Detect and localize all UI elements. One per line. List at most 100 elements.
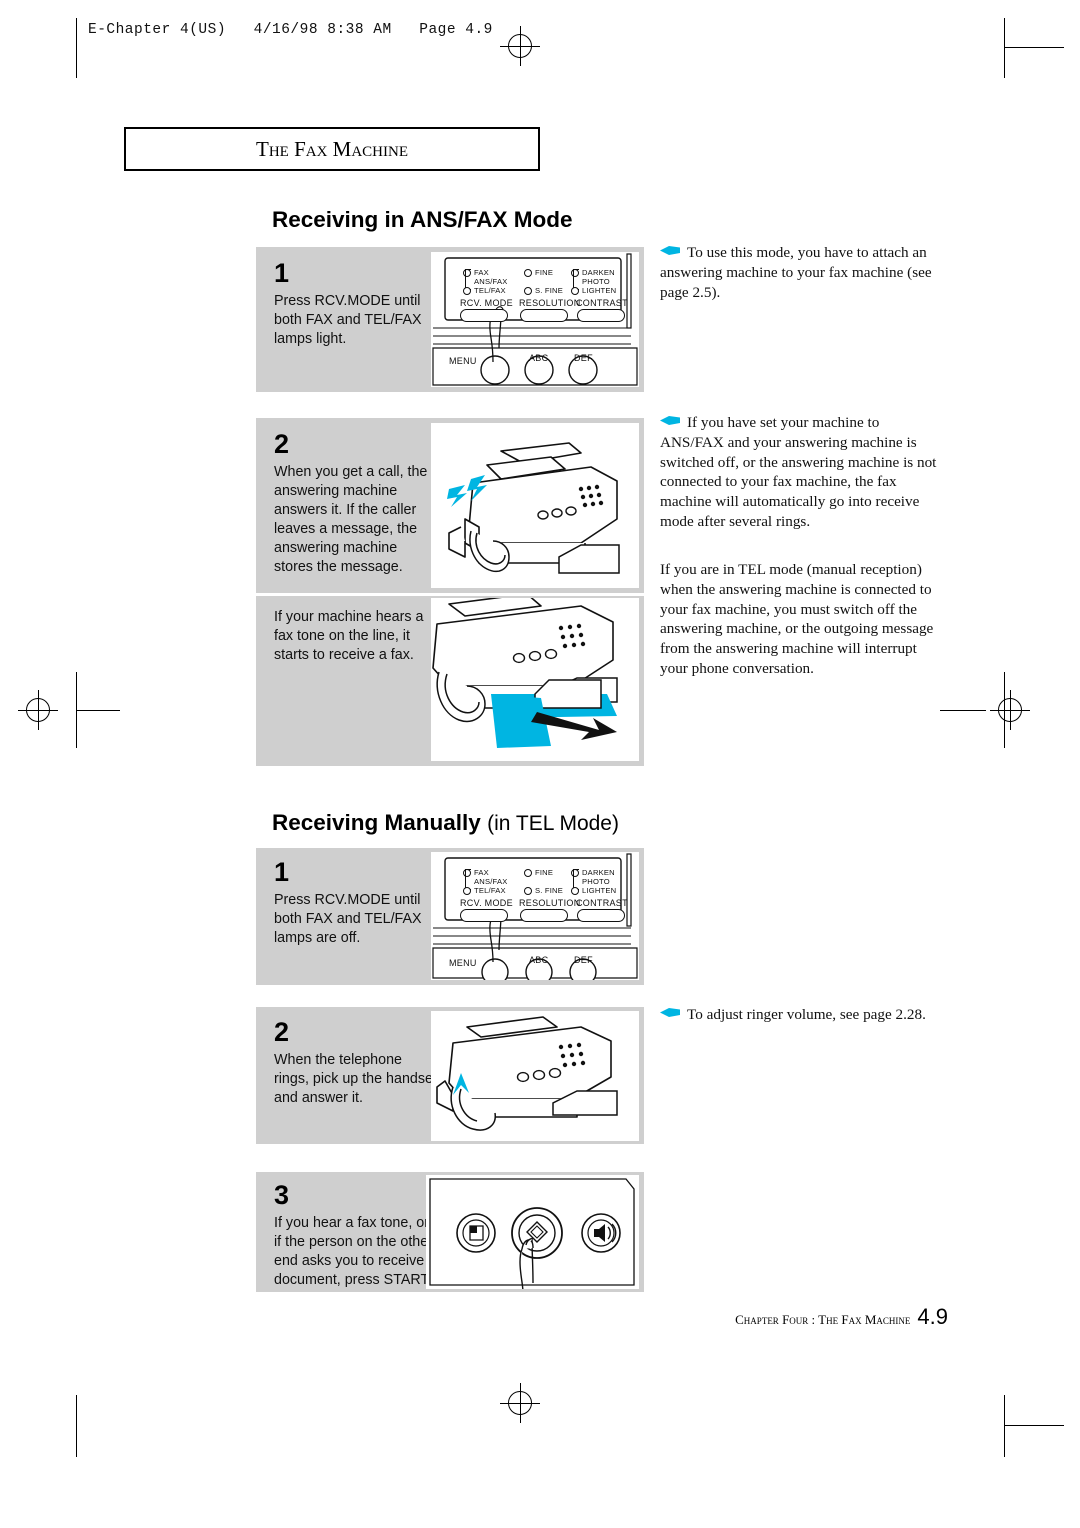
lamp-telfax-label: TEL/FAX: [474, 886, 506, 895]
step-instruction: If you hear a fax tone, or if the person…: [274, 1215, 437, 1288]
lamp-fine-led: [524, 869, 532, 877]
keypad-def-label: DEF: [574, 353, 593, 363]
note-text: If you have set your machine to ANS/FAX …: [660, 414, 937, 530]
button-resolution-label: RESOLUTION: [519, 898, 581, 908]
lamp-fax-label: FAX: [474, 268, 489, 277]
lamp-photo-label: PHOTO: [582, 877, 610, 886]
fax-machine-handset-drawing: [436, 1016, 618, 1131]
keypad-abc-label: ABC: [529, 353, 549, 363]
step-text-block: 3 If you hear a fax tone, or if the pers…: [274, 1182, 440, 1290]
step-instruction: Press RCV.MODE until both FAX and TEL/FA…: [274, 892, 422, 946]
crop-mark-left-top: [76, 18, 77, 78]
lamp-photo-label: PHOTO: [582, 277, 610, 286]
note-text: If you are in TEL mode (manual reception…: [660, 561, 934, 677]
step-text-block: 2 When the telephone rings, pick up the …: [274, 1019, 439, 1108]
step-number: 2: [274, 1017, 290, 1047]
note-manual-1: To adjust ringer volume, see page 2.28.: [660, 1005, 940, 1025]
section-heading-text: Receiving in ANS/FAX Mode: [272, 207, 573, 232]
start-buttons-illustration: [426, 1175, 639, 1289]
step-instruction: If your machine hears a fax tone on the …: [274, 609, 424, 663]
keypad-def-label: DEF: [574, 955, 593, 965]
triangle-bullet-icon: [660, 246, 680, 255]
fax-machine-printing-illustration: [431, 598, 639, 761]
keypad-abc-label: ABC: [529, 955, 549, 965]
step-text-block: 1 Press RCV.MODE until both FAX and TEL/…: [274, 859, 439, 948]
lamp-sfine-label: S. FINE: [535, 286, 563, 295]
fax-machine-ringing-illustration: [431, 423, 639, 588]
button-rcvmode[interactable]: [460, 309, 508, 322]
button-resolution[interactable]: [520, 909, 568, 922]
crop-rule-left: [76, 710, 120, 711]
crop-rule-top: [1004, 47, 1064, 48]
crop-mark-left-bottom: [76, 1395, 77, 1457]
crop-tick-left: [76, 672, 77, 748]
button-rcvmode[interactable]: [460, 909, 508, 922]
document-page: E-Chapter 4(US) 4/16/98 8:38 AM Page 4.9…: [0, 0, 1080, 1528]
section-heading-text: Receiving Manually: [272, 810, 481, 835]
note-ansfax-3: If you are in TEL mode (manual reception…: [660, 560, 940, 679]
button-contrast[interactable]: [577, 309, 625, 322]
lamp-lighten-label: LIGHTEN: [582, 886, 617, 895]
page-slug: E-Chapter 4(US) 4/16/98 8:38 AM Page 4.9: [88, 22, 493, 38]
button-contrast[interactable]: [577, 909, 625, 922]
footer-chapter-text: Chapter Four : The Fax Machine: [735, 1312, 911, 1327]
lamp-ansfax-label: ANS/FAX: [474, 277, 508, 286]
step-text-block: 1 Press RCV.MODE until both FAX and TEL/…: [274, 260, 439, 349]
lamp-lighten-led: [571, 287, 579, 295]
lamp-lighten-led: [571, 887, 579, 895]
step-panel-2-1: 1 Press RCV.MODE until both FAX and TEL/…: [256, 848, 644, 985]
section-heading-suffix: (in TEL Mode): [487, 812, 619, 835]
step-instruction: Press RCV.MODE until both FAX and TEL/FA…: [274, 293, 422, 347]
lamp-sfine-led: [524, 287, 532, 295]
button-rcvmode-label: RCV. MODE: [460, 898, 513, 908]
lamp-lighten-label: LIGHTEN: [582, 286, 617, 295]
start-buttons-drawing: [429, 1178, 635, 1289]
crop-mark-right-bottom: [1004, 1395, 1005, 1457]
lamp-telfax-led: [463, 887, 471, 895]
lamp-sfine-led: [524, 887, 532, 895]
fax-machine-printing-drawing: [432, 598, 618, 748]
button-resolution[interactable]: [520, 309, 568, 322]
registration-mark-right: [990, 690, 1030, 730]
keypad-menu-label: MENU: [449, 958, 477, 968]
step-instruction: When you get a call, the answering machi…: [274, 464, 428, 575]
lamp-sfine-label: S. FINE: [535, 886, 563, 895]
crop-mark-right-top: [1004, 18, 1005, 78]
note-ansfax-1: To use this mode, you have to attach an …: [660, 243, 938, 302]
lamp-fine-led: [524, 269, 532, 277]
crop-tick-right: [1004, 672, 1005, 748]
chapter-title: The Fax Machine: [256, 136, 408, 161]
step-panel-1-2: 2 When you get a call, the answering mac…: [256, 418, 644, 593]
note-text: To use this mode, you have to attach an …: [660, 244, 932, 301]
control-panel-illustration-2: FAX ANS/FAX TEL/FAX FINE S. FINE DARKEN …: [431, 852, 639, 980]
lamp-fine-label: FINE: [535, 268, 554, 277]
registration-mark-left: [18, 690, 58, 730]
step-text-block: 2 When you get a call, the answering mac…: [274, 431, 439, 577]
lamp-telfax-led: [463, 287, 471, 295]
button-resolution-label: RESOLUTION: [519, 298, 581, 308]
button-contrast-label: CONTRAST: [576, 898, 628, 908]
lamp-darken-label: DARKEN: [582, 868, 615, 877]
step-number: 2: [274, 429, 290, 459]
footer-page-number: 4.9: [917, 1304, 948, 1329]
section-heading-ansfax: Receiving in ANS/FAX Mode: [272, 207, 572, 233]
lamp-fax-label: FAX: [474, 868, 489, 877]
fax-machine-ringing-drawing: [447, 442, 620, 574]
step-panel-2-2: 2 When the telephone rings, pick up the …: [256, 1007, 644, 1144]
step-panel-1-1: 1 Press RCV.MODE until both FAX and TEL/…: [256, 247, 644, 392]
control-panel-illustration: FAX ANS/FAX TEL/FAX FINE S. FINE DARKEN …: [431, 252, 639, 387]
step-number: 1: [274, 258, 290, 288]
step-panel-1-3: If your machine hears a fax tone on the …: [256, 596, 644, 766]
fax-machine-handset-illustration: [431, 1011, 639, 1141]
crop-rule-right: [940, 710, 986, 711]
registration-mark-top: [500, 26, 540, 66]
step-text-block: If your machine hears a fax tone on the …: [274, 608, 439, 665]
step-instruction: When the telephone rings, pick up the ha…: [274, 1052, 437, 1106]
note-ansfax-2: If you have set your machine to ANS/FAX …: [660, 413, 940, 532]
page-footer: Chapter Four : The Fax Machine 4.9: [735, 1304, 948, 1330]
keypad-menu-label: MENU: [449, 356, 477, 366]
button-contrast-label: CONTRAST: [576, 298, 628, 308]
step-number: 3: [274, 1180, 290, 1210]
registration-mark-bottom: [500, 1383, 540, 1423]
lamp-darken-label: DARKEN: [582, 268, 615, 277]
